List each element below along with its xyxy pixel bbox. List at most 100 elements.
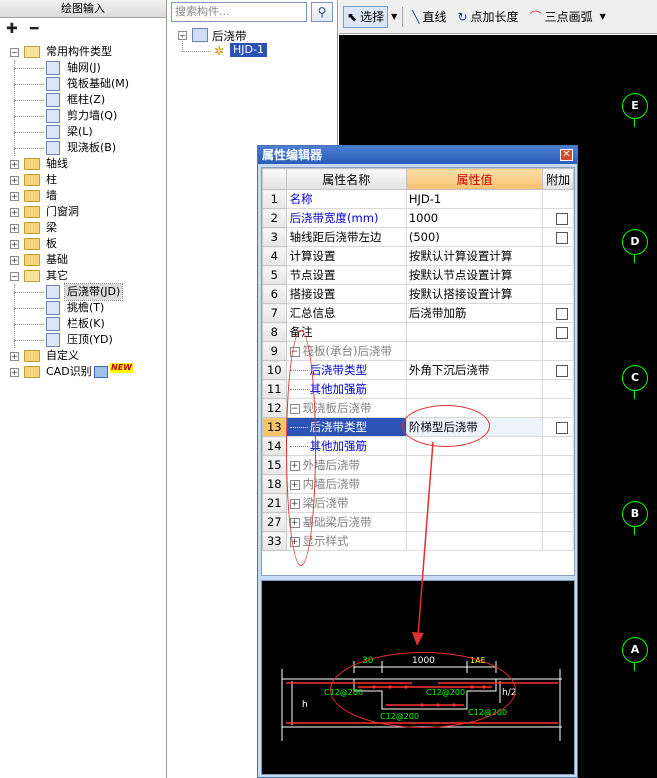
tree-item[interactable]: 挑檐(T): [0, 300, 166, 316]
attach-checkbox[interactable]: [556, 364, 569, 377]
close-icon[interactable]: ✕: [560, 149, 573, 161]
chevron-down-icon[interactable]: ▼: [600, 12, 606, 21]
row-number: 13: [262, 417, 287, 437]
property-name: 计算设置: [285, 246, 407, 266]
attach-checkbox[interactable]: [556, 326, 569, 339]
table-row[interactable]: 8 备注: [262, 322, 574, 342]
expand-toggle[interactable]: +: [10, 368, 19, 377]
expand-toggle[interactable]: +: [10, 208, 19, 217]
annotation-arrow: [412, 441, 434, 646]
gear-icon: ✲: [214, 44, 225, 58]
property-value[interactable]: [405, 341, 544, 361]
cursor-icon: ⬉: [347, 9, 358, 24]
row-number: 21: [262, 493, 287, 513]
property-value[interactable]: 1000: [405, 208, 544, 228]
tree-item[interactable]: 剪力墙(Q): [0, 108, 166, 124]
expand-toggle[interactable]: +: [10, 160, 19, 169]
table-row[interactable]: 7 汇总信息 后浇带加筋: [262, 303, 574, 323]
table-row[interactable]: 3 轴线距后浇带左边 (500): [262, 227, 574, 247]
folder-icon: [24, 238, 40, 250]
tree-node[interactable]: + 门窗洞: [0, 204, 166, 220]
tree-item[interactable]: 轴网(J): [0, 60, 166, 76]
table-row[interactable]: 5 节点设置 按默认节点设置计算: [262, 265, 574, 285]
expand-toggle[interactable]: +: [10, 352, 19, 361]
property-value[interactable]: 按默认节点设置计算: [405, 265, 544, 285]
property-name: 后浇带宽度(mm): [285, 208, 407, 228]
expand-all-icon[interactable]: ✚: [6, 22, 24, 38]
tree-root-label[interactable]: 后浇带: [212, 28, 247, 44]
expand-toggle[interactable]: +: [10, 224, 19, 233]
axis-marker-b: B: [622, 501, 648, 535]
property-value[interactable]: 外角下沉后浇带: [405, 360, 544, 380]
component-item-selected[interactable]: HJD-1: [230, 43, 267, 57]
tree-node[interactable]: + 梁: [0, 220, 166, 236]
property-value[interactable]: 按默认搭接设置计算: [405, 284, 544, 304]
tree-node[interactable]: + 柱: [0, 172, 166, 188]
attach-checkbox[interactable]: [556, 307, 569, 320]
toolbar-separator: [402, 6, 404, 27]
tree-node[interactable]: + 轴线: [0, 156, 166, 172]
property-value[interactable]: 后浇带加筋: [405, 303, 544, 323]
property-value[interactable]: 按默认计算设置计算: [405, 246, 544, 266]
collapse-toggle[interactable]: −: [10, 48, 19, 57]
chevron-down-icon[interactable]: ▼: [391, 12, 397, 21]
tree-item[interactable]: 栏板(K): [0, 316, 166, 332]
tree-item[interactable]: 框柱(Z): [0, 92, 166, 108]
table-row[interactable]: 1 名称 HJD-1: [262, 189, 574, 209]
tree-item-label: 剪力墙(Q): [67, 109, 118, 122]
expand-toggle[interactable]: +: [10, 256, 19, 265]
tree-item[interactable]: 梁(L): [0, 124, 166, 140]
table-row[interactable]: 6 搭接设置 按默认搭接设置计算: [262, 284, 574, 304]
search-button[interactable]: ⚲: [311, 2, 333, 22]
tree-node[interactable]: − 常用构件类型: [0, 44, 166, 60]
column-header-name: 属性名称: [285, 168, 407, 190]
add-length-button[interactable]: ↻ 点加长度: [453, 6, 522, 28]
property-value[interactable]: (500): [405, 227, 544, 247]
three-point-arc-button[interactable]: ⌒ 三点画弧: [526, 6, 597, 28]
post-cast-strip-icon: [46, 285, 60, 299]
collapse-toggle[interactable]: −: [10, 272, 19, 281]
drawing-input-panel: 绘图输入 ✚ ━ − 常用构件类型 轴网(J) 筏板基础(M) 框柱(Z) 剪力墙(Q) 梁…: [0, 0, 167, 778]
attach-checkbox[interactable]: [556, 421, 569, 434]
tree-node-label: 常用构件类型: [46, 45, 112, 58]
property-value[interactable]: HJD-1: [405, 189, 544, 209]
table-row[interactable]: 4 计算设置 按默认计算设置计算: [262, 246, 574, 266]
column-header-extra: 附加: [542, 168, 574, 190]
tree-item-label: 筏板基础(M): [67, 77, 130, 90]
tree-node[interactable]: + 墙: [0, 188, 166, 204]
attach-checkbox[interactable]: [556, 231, 569, 244]
tree-node[interactable]: − 其它: [0, 268, 166, 284]
property-value[interactable]: [405, 379, 544, 399]
attach-checkbox[interactable]: [556, 212, 569, 225]
expand-toggle[interactable]: +: [10, 240, 19, 249]
property-value[interactable]: [405, 322, 544, 342]
folder-icon: [24, 190, 40, 202]
property-name: 轴线距后浇带左边: [285, 227, 407, 247]
tree-node[interactable]: + 基础: [0, 252, 166, 268]
tree-node-label: 其它: [46, 269, 68, 282]
search-input[interactable]: 搜索构件...: [171, 2, 307, 22]
tree-item[interactable]: 压顶(YD): [0, 332, 166, 348]
tree-item-label: 栏板(K): [67, 317, 105, 330]
tree-node[interactable]: + CAD识别 NEW: [0, 363, 166, 380]
line-button[interactable]: ╲ 直线: [408, 6, 450, 28]
tree-node-label: 门窗洞: [46, 205, 79, 218]
table-row[interactable]: 2 后浇带宽度(mm) 1000: [262, 208, 574, 228]
tree-item[interactable]: 筏板基础(M): [0, 76, 166, 92]
tree-item-label: 梁(L): [67, 125, 93, 138]
tree-node[interactable]: + 板: [0, 236, 166, 252]
cad-icon: [94, 366, 108, 378]
attach-cell: [542, 322, 574, 342]
folder-icon: [24, 254, 40, 266]
select-button[interactable]: ⬉ 选择: [343, 5, 389, 28]
collapse-all-icon[interactable]: ━: [30, 22, 48, 38]
tree-item[interactable]: 后浇带(JD): [0, 283, 166, 301]
expand-toggle[interactable]: +: [10, 176, 19, 185]
annotation-ellipse: [286, 330, 316, 566]
expand-toggle[interactable]: +: [10, 192, 19, 201]
tree-node[interactable]: + 自定义: [0, 348, 166, 364]
tree-node-label: CAD识别: [46, 365, 92, 378]
tree-item-label: 框柱(Z): [67, 93, 106, 106]
grid-icon: [46, 61, 60, 75]
tree-item[interactable]: 现浇板(B): [0, 140, 166, 156]
